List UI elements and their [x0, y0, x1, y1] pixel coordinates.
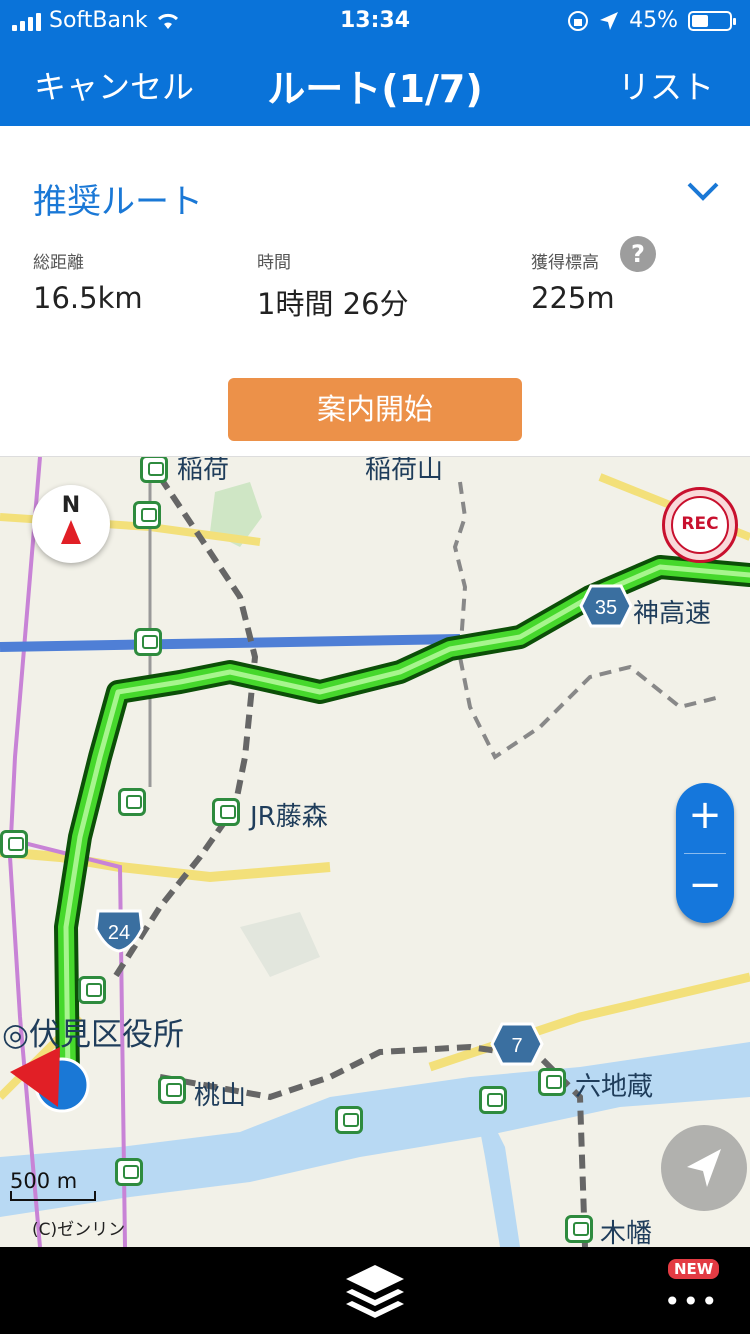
- record-button[interactable]: REC: [662, 487, 738, 563]
- map-view[interactable]: 35 24 7 稲荷 稲荷山 神高速 JR藤森 ◎伏見区役所 桃山 六地蔵 木幡…: [0, 457, 750, 1247]
- distance-stat: 総距離 16.5km: [33, 248, 143, 315]
- label-inariyama: 稲荷山: [365, 457, 444, 485]
- label-kohata: 木幡: [600, 1219, 653, 1247]
- label-rokujizo: 六地蔵: [575, 1072, 654, 1102]
- start-guidance-button[interactable]: 案内開始: [228, 378, 522, 441]
- status-bar: SoftBank 13:34 45%: [0, 6, 750, 38]
- station-icon: [134, 628, 162, 656]
- label-inari: 稲荷: [177, 457, 230, 485]
- compass-button[interactable]: N: [32, 485, 110, 563]
- scale-label: 500 m: [10, 1169, 78, 1193]
- map-scale: 500 m: [10, 1169, 96, 1201]
- station-icon: [78, 976, 106, 1004]
- svg-text:24: 24: [108, 922, 130, 944]
- route-35-badge: 35: [579, 584, 633, 628]
- time-value: 1時間 26分: [257, 287, 409, 321]
- route-name[interactable]: 推奨ルート: [33, 174, 203, 223]
- zoom-in-button[interactable]: +: [676, 783, 734, 853]
- scale-bar: [10, 1191, 96, 1201]
- zoom-control: + −: [676, 783, 734, 923]
- station-icon: [0, 830, 28, 858]
- label-hanshin-expressway: 神高速: [633, 599, 712, 629]
- station-icon: [538, 1068, 566, 1096]
- label-momoyama: 桃山: [194, 1081, 247, 1111]
- orientation-lock-icon: [568, 10, 589, 31]
- station-icon: [335, 1106, 363, 1134]
- battery-level: [692, 14, 709, 27]
- station-icon: [140, 457, 168, 483]
- compass-needle-icon: [61, 520, 81, 544]
- label-jr-fujinomori: JR藤森: [250, 802, 328, 832]
- layers-icon[interactable]: [344, 1263, 406, 1319]
- route-7-badge: 7: [490, 1022, 544, 1066]
- cancel-button[interactable]: キャンセル: [34, 62, 194, 108]
- more-menu-button[interactable]: •••: [664, 1285, 720, 1318]
- station-icon: [133, 501, 161, 529]
- station-icon: [118, 788, 146, 816]
- svg-text:7: 7: [511, 1035, 522, 1057]
- location-arrow-icon: [600, 11, 619, 30]
- location-arrow-icon: [687, 1149, 721, 1187]
- map-base: [0, 457, 750, 1247]
- new-badge: NEW: [668, 1259, 720, 1279]
- distance-value: 16.5km: [33, 281, 143, 315]
- station-icon: [212, 798, 240, 826]
- help-icon[interactable]: ?: [620, 236, 656, 272]
- station-icon: [115, 1158, 143, 1186]
- list-button[interactable]: リスト: [618, 62, 714, 108]
- elevation-stat: 獲得標高 225m: [531, 248, 615, 315]
- bottom-toolbar: NEW •••: [0, 1247, 750, 1334]
- label-fushimi-ward-office: ◎伏見区役所: [2, 1017, 185, 1053]
- compass-north-label: N: [61, 493, 81, 518]
- distance-label: 総距離: [33, 253, 84, 273]
- route-24-badge: 24: [94, 909, 144, 953]
- chevron-down-icon[interactable]: [686, 178, 720, 204]
- navigation-bar: SoftBank 13:34 45% キャンセル ルート(1/7) リスト: [0, 0, 750, 126]
- svg-text:35: 35: [595, 597, 617, 619]
- station-icon: [479, 1086, 507, 1114]
- battery-percent: 45%: [629, 8, 678, 33]
- time-label: 時間: [257, 253, 291, 273]
- elevation-label: 獲得標高: [531, 253, 599, 273]
- battery-icon: [688, 10, 736, 31]
- time-stat: 時間 1時間 26分: [257, 248, 409, 323]
- zoom-out-button[interactable]: −: [676, 853, 734, 923]
- map-copyright: (C)ゼンリン: [32, 1220, 126, 1240]
- station-icon: [565, 1215, 593, 1243]
- record-label: REC: [671, 496, 729, 554]
- route-summary-panel: 推奨ルート 総距離 16.5km 時間 1時間 26分 獲得標高 225m ? …: [0, 126, 750, 457]
- current-location-button[interactable]: [661, 1125, 747, 1211]
- station-icon: [158, 1076, 186, 1104]
- elevation-value: 225m: [531, 281, 615, 315]
